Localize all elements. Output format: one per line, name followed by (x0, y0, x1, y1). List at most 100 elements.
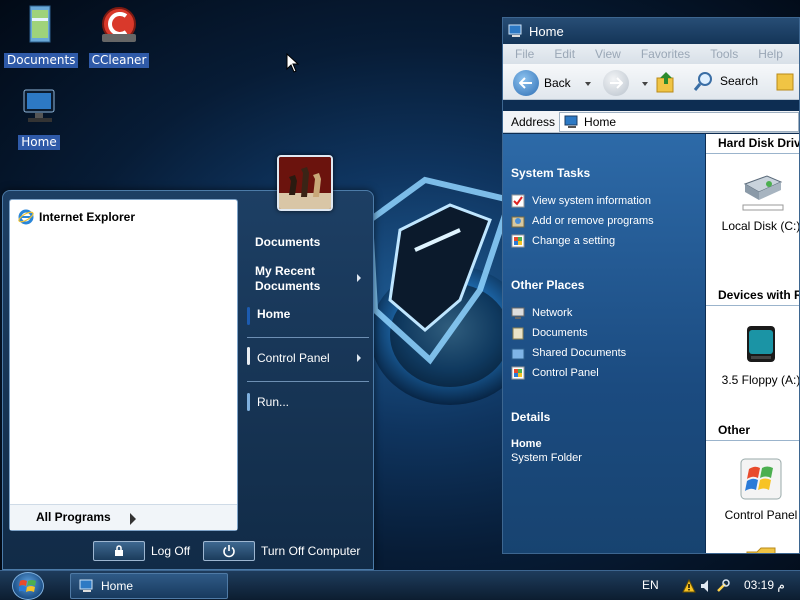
search-label: Search (720, 74, 759, 88)
address-value: Home (584, 114, 617, 129)
control-panel-icon (740, 458, 782, 500)
documents-icon (512, 327, 524, 340)
submenu-arrow-icon (357, 354, 361, 362)
link-label: Change a setting (532, 235, 616, 247)
tools-icon[interactable] (716, 579, 730, 593)
taskbar-button-label: Home (101, 579, 134, 593)
desktop-icon-label: Home (18, 135, 60, 150)
power-icon (203, 541, 255, 561)
up-folder-button[interactable] (655, 70, 677, 94)
item-control-panel[interactable]: Control Panel (706, 457, 799, 522)
warning-icon[interactable] (682, 579, 696, 593)
desktop-icon-label: CCleaner (88, 53, 150, 68)
start-item-control-panel[interactable]: Control Panel (257, 351, 330, 366)
all-programs-label: All Programs (36, 510, 111, 524)
turn-off-button[interactable]: Turn Off Computer (203, 541, 360, 561)
menu-edit[interactable]: Edit (542, 47, 583, 61)
system-tasks-heading[interactable]: System Tasks (511, 166, 590, 180)
system-info-icon (511, 194, 525, 208)
chess-pieces-icon (279, 157, 331, 209)
search-button[interactable]: Search (693, 70, 758, 92)
desktop-icon-documents[interactable]: Documents (4, 4, 79, 68)
control-panel-link[interactable]: Control Panel (511, 366, 599, 380)
start-item-label: Internet Explorer (39, 210, 136, 224)
link-label: Shared Documents (532, 347, 627, 359)
task-pane: System Tasks View system information Add… (503, 134, 705, 553)
link-label: View system information (532, 195, 652, 207)
start-item-run[interactable]: Run... (257, 395, 289, 410)
mouse-pointer-icon (286, 53, 300, 73)
start-item-recent-documents[interactable]: My Recent Documents (255, 264, 320, 294)
add-remove-programs-link[interactable]: Add or remove programs (511, 214, 654, 228)
change-setting-link[interactable]: Change a setting (511, 234, 615, 248)
back-dropdown-icon[interactable] (585, 82, 591, 86)
view-system-info-link[interactable]: View system information (511, 194, 651, 208)
forward-button[interactable] (603, 70, 629, 96)
menu-bar: File Edit View Favorites Tools Help (503, 44, 799, 64)
arrow-right-icon (130, 513, 136, 525)
menu-help[interactable]: Help (746, 47, 791, 61)
folders-button[interactable] (773, 70, 795, 92)
lock-icon (93, 541, 145, 561)
network-link[interactable]: Network (511, 306, 572, 320)
other-places-heading[interactable]: Other Places (511, 278, 584, 292)
address-bar: Address Home (503, 111, 799, 133)
computer-icon (79, 579, 93, 592)
start-item-home[interactable]: Home (257, 307, 290, 322)
partial-folder-item[interactable] (706, 544, 799, 553)
toolbar: Back Search (503, 64, 799, 100)
menu-tools[interactable]: Tools (698, 47, 746, 61)
details-name: Home (511, 438, 542, 450)
documents-link[interactable]: Documents (511, 326, 588, 340)
start-item-documents[interactable]: Documents (255, 235, 320, 250)
window-titlebar[interactable]: Home (503, 18, 799, 44)
shared-documents-link[interactable]: Shared Documents (511, 346, 626, 360)
drive-floppy-a[interactable]: 3.5 Floppy (A:) (706, 322, 799, 387)
all-programs-button[interactable]: All Programs (10, 504, 237, 530)
computer-icon (508, 24, 522, 37)
volume-icon[interactable] (700, 579, 712, 593)
start-button[interactable] (12, 572, 44, 600)
drive-local-disk-c[interactable]: Local Disk (C:) (706, 172, 799, 233)
user-picture-chess[interactable] (277, 155, 333, 211)
clock[interactable]: 03:19 م (744, 578, 785, 592)
item-label: Control Panel (724, 508, 798, 522)
link-label: Documents (532, 327, 588, 339)
explorer-window: Home File Edit View Favorites Tools Help… (502, 17, 800, 554)
link-label: Control Panel (532, 367, 599, 379)
start-item-internet-explorer[interactable]: Internet Explorer (18, 209, 135, 225)
windows-logo-icon (19, 580, 36, 592)
address-input[interactable]: Home (559, 111, 799, 132)
forward-dropdown-icon[interactable] (642, 82, 648, 86)
link-label: Network (532, 307, 573, 319)
menu-separator (247, 337, 369, 338)
details-heading[interactable]: Details (511, 410, 550, 424)
back-arrow-icon (513, 70, 539, 96)
language-indicator[interactable]: EN (642, 578, 659, 592)
start-menu-pinned-panel: Internet Explorer All Programs (9, 199, 238, 531)
up-folder-icon (656, 72, 674, 93)
submenu-arrow-icon (357, 274, 361, 282)
hard-disk-icon (742, 175, 784, 211)
desktop-icon-home[interactable]: Home (4, 86, 74, 150)
network-icon (511, 307, 525, 319)
start-menu: Internet Explorer All Programs Documents… (2, 190, 374, 570)
menu-view[interactable]: View (583, 47, 629, 61)
ccleaner-icon (102, 7, 136, 42)
menu-file[interactable]: File (503, 47, 542, 61)
desktop-icon-ccleaner[interactable]: CCleaner (84, 4, 154, 68)
folders-icon (776, 73, 794, 91)
documents-folder-icon (29, 5, 51, 43)
menu-favorites[interactable]: Favorites (629, 47, 698, 61)
details-type: System Folder (511, 452, 582, 464)
add-remove-programs-icon (511, 216, 525, 228)
home-marker-icon (247, 307, 250, 325)
group-hard-disk-drives: Hard Disk Drives (706, 134, 799, 154)
back-button[interactable]: Back (513, 70, 571, 96)
log-off-label: Log Off (151, 544, 191, 558)
log-off-button[interactable]: Log Off (93, 541, 190, 561)
content-pane: Hard Disk Drives Local Disk (C:) Devices… (706, 134, 799, 553)
floppy-drive-icon (747, 326, 775, 362)
menu-separator (247, 381, 369, 382)
taskbar-button-home[interactable]: Home (70, 573, 228, 599)
